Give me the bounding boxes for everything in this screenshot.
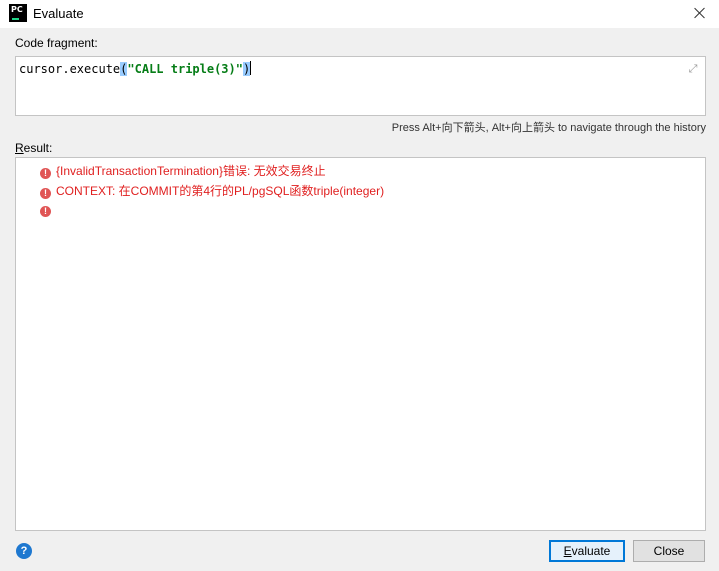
expand-icon[interactable]: ⤢ bbox=[687, 63, 699, 75]
error-icon: ! bbox=[40, 168, 51, 179]
result-label: Result: bbox=[15, 141, 52, 155]
result-row[interactable]: ! {InvalidTransactionTermination}错误: 无效交易… bbox=[40, 162, 326, 179]
code-fragment-editor[interactable]: cursor.execute("CALL triple(3)") ⤢ bbox=[15, 56, 706, 116]
code-string: "CALL triple(3)" bbox=[127, 62, 243, 76]
close-icon[interactable] bbox=[691, 4, 709, 22]
result-label-rest: esult: bbox=[23, 141, 53, 155]
code-fragment-label: Code fragment: bbox=[15, 36, 98, 50]
result-row[interactable]: ! CONTEXT: 在COMMIT的第4行的PL/pgSQL函数triple(i… bbox=[40, 182, 385, 199]
text-caret bbox=[250, 61, 252, 75]
code-prefix: cursor.execute bbox=[19, 62, 121, 76]
error-icon: ! bbox=[40, 188, 51, 199]
evaluate-label-rest: valuate bbox=[571, 544, 611, 558]
evaluate-button[interactable]: Evaluate bbox=[549, 540, 625, 562]
result-text: {InvalidTransactionTermination}错误: 无效交易终… bbox=[56, 164, 326, 178]
app-icon-bar bbox=[12, 18, 19, 20]
result-text: CONTEXT: 在COMMIT的第4行的PL/pgSQL函数triple(in… bbox=[56, 184, 385, 198]
result-label-mnemonic: R bbox=[15, 141, 24, 155]
app-icon-letters: PC bbox=[11, 5, 23, 14]
error-icon: ! bbox=[40, 206, 51, 217]
code-line: cursor.execute("CALL triple(3)") bbox=[19, 61, 252, 76]
result-panel[interactable]: ! {InvalidTransactionTermination}错误: 无效交易… bbox=[15, 157, 706, 531]
close-button[interactable]: Close bbox=[633, 540, 705, 562]
history-hint: Press Alt+向下箭头, Alt+向上箭头 to navigate thr… bbox=[391, 122, 706, 134]
title-bar: PC Evaluate bbox=[0, 0, 719, 28]
help-button[interactable]: ? bbox=[16, 543, 32, 559]
evaluate-mnemonic: E bbox=[563, 544, 572, 558]
result-row[interactable]: ! bbox=[40, 202, 56, 218]
window-title: Evaluate bbox=[33, 6, 84, 21]
pycharm-app-icon: PC bbox=[9, 4, 27, 22]
close-paren: ) bbox=[242, 62, 251, 76]
